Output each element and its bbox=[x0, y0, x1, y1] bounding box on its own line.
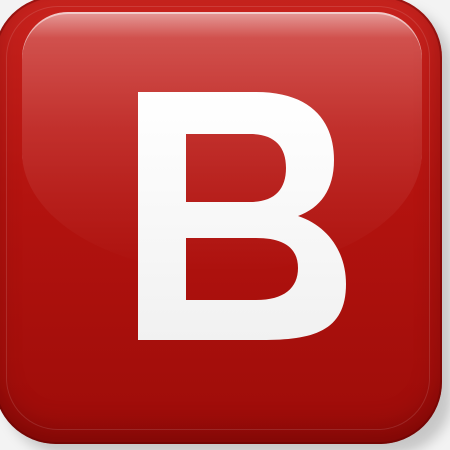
letter-b-icon: B bbox=[138, 92, 346, 340]
app-icon-canvas: B bbox=[0, 0, 450, 450]
